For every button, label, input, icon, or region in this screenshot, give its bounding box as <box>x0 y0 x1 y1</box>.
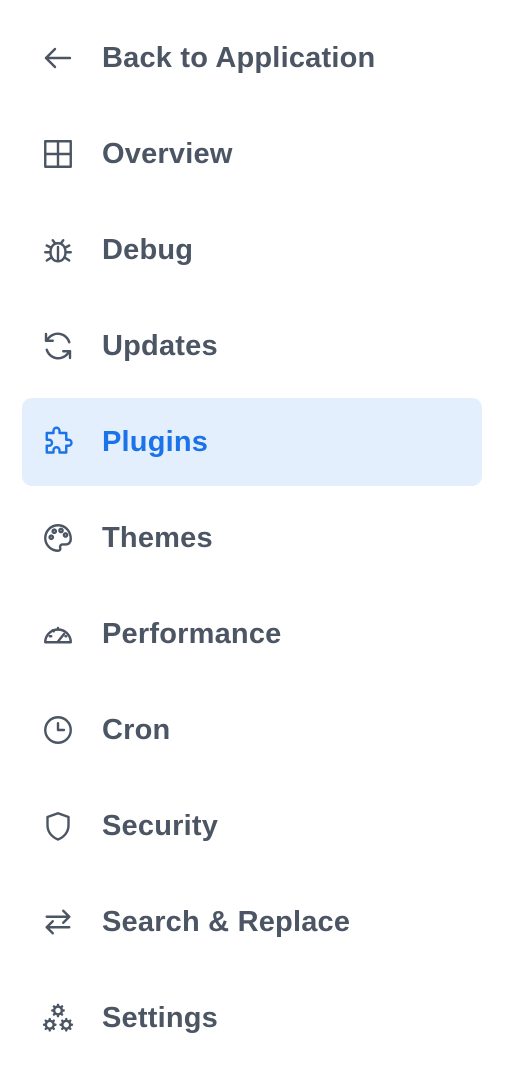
nav-overview[interactable]: Overview <box>22 110 482 198</box>
nav-back-to-application[interactable]: Back to Application <box>22 14 482 102</box>
sidebar-nav: Back to Application Overview Debug Updat… <box>0 0 506 1070</box>
nav-settings[interactable]: Settings <box>22 974 482 1062</box>
palette-icon <box>40 520 76 556</box>
nav-search-replace[interactable]: Search & Replace <box>22 878 482 966</box>
nav-plugins[interactable]: Plugins <box>22 398 482 486</box>
puzzle-icon <box>40 424 76 460</box>
nav-label: Cron <box>102 713 171 746</box>
nav-themes[interactable]: Themes <box>22 494 482 582</box>
nav-label: Plugins <box>102 425 209 458</box>
nav-debug[interactable]: Debug <box>22 206 482 294</box>
gauge-icon <box>40 616 76 652</box>
arrow-left-icon <box>40 40 76 76</box>
nav-cron[interactable]: Cron <box>22 686 482 774</box>
nav-security[interactable]: Security <box>22 782 482 870</box>
grid-icon <box>40 136 76 172</box>
bug-icon <box>40 232 76 268</box>
nav-label: Overview <box>102 137 233 170</box>
clock-icon <box>40 712 76 748</box>
nav-label: Search & Replace <box>102 905 351 938</box>
refresh-icon <box>40 328 76 364</box>
cogs-icon <box>40 1000 76 1036</box>
nav-label: Themes <box>102 521 213 554</box>
shield-icon <box>40 808 76 844</box>
nav-performance[interactable]: Performance <box>22 590 482 678</box>
nav-label: Performance <box>102 617 282 650</box>
nav-label: Updates <box>102 329 218 362</box>
arrows-swap-icon <box>40 904 76 940</box>
nav-updates[interactable]: Updates <box>22 302 482 390</box>
nav-label: Security <box>102 809 219 842</box>
nav-label: Back to Application <box>102 41 376 74</box>
nav-label: Settings <box>102 1001 218 1034</box>
nav-label: Debug <box>102 233 194 266</box>
